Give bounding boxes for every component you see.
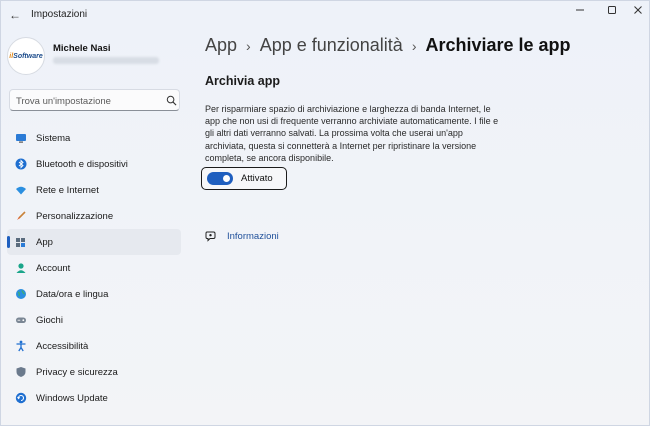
sidebar-item-personalizzazione[interactable]: Personalizzazione	[7, 203, 181, 229]
minimize-button[interactable]	[567, 3, 593, 17]
breadcrumb: App › App e funzionalità › Archiviare le…	[205, 35, 571, 56]
wifi-icon	[16, 186, 26, 195]
apps-icon	[16, 238, 25, 247]
maximize-button[interactable]	[599, 3, 625, 17]
archive-toggle[interactable]: Attivato	[201, 167, 287, 190]
sidebar-nav: Sistema Bluetooth e dispositivi Rete e I…	[7, 125, 181, 411]
help-chat-icon	[205, 231, 216, 242]
search-icon[interactable]	[166, 95, 177, 106]
sidebar-item-sistema[interactable]: Sistema	[7, 125, 181, 151]
bluetooth-icon	[15, 158, 27, 170]
close-icon	[634, 6, 642, 14]
sidebar-item-label: Data/ora e lingua	[36, 288, 109, 300]
page-title: Archiviare le app	[425, 35, 571, 55]
sidebar-item-accessibilita[interactable]: Accessibilità	[7, 333, 181, 359]
section-description: Per risparmiare spazio di archiviazione …	[205, 104, 499, 163]
title-bar: ← Impostazioni	[1, 1, 649, 29]
gamepad-icon	[16, 317, 26, 323]
user-name: Michele Nasi	[53, 43, 111, 54]
sidebar-item-rete[interactable]: Rete e Internet	[7, 177, 181, 203]
minimize-icon	[576, 9, 584, 11]
person-icon	[16, 263, 26, 273]
arrow-left-icon: ←	[9, 8, 21, 22]
accessibility-icon	[16, 340, 26, 352]
maximize-icon	[608, 6, 616, 14]
chevron-right-icon: ›	[411, 37, 417, 54]
info-link[interactable]: Informazioni	[205, 230, 279, 242]
sidebar-item-giochi[interactable]: Giochi	[7, 307, 181, 333]
sidebar-item-label: Giochi	[36, 314, 63, 326]
settings-window: ← Impostazioni ilSoftware Michele Nasi S…	[0, 0, 650, 426]
sidebar-item-windows-update[interactable]: Windows Update	[7, 385, 181, 411]
app-title: Impostazioni	[31, 9, 88, 20]
toggle-label: Attivato	[241, 173, 273, 184]
search-input[interactable]	[16, 94, 156, 108]
sidebar-item-account[interactable]: Account	[7, 255, 181, 281]
sidebar-item-label: Rete e Internet	[36, 184, 99, 196]
sidebar-item-label: Bluetooth e dispositivi	[36, 158, 128, 170]
sidebar-item-label: App	[36, 236, 53, 248]
toggle-knob	[223, 175, 230, 182]
shield-icon	[16, 367, 26, 377]
avatar[interactable]: ilSoftware	[7, 37, 45, 75]
section-title: Archivia app	[205, 74, 281, 88]
breadcrumb-item-app-funzionalita[interactable]: App e funzionalità	[260, 35, 403, 56]
sidebar-item-label: Sistema	[36, 132, 71, 144]
sidebar-item-app[interactable]: App	[7, 229, 181, 255]
toggle-switch[interactable]	[207, 172, 233, 185]
sidebar-item-data-ora[interactable]: Data/ora e lingua	[7, 281, 181, 307]
chevron-right-icon: ›	[246, 37, 251, 54]
sidebar-item-privacy[interactable]: Privacy e sicurezza	[7, 359, 181, 385]
sidebar-item-label: Account	[36, 262, 71, 274]
back-button[interactable]: ←	[7, 7, 23, 23]
sidebar-item-label: Privacy e sicurezza	[36, 366, 118, 378]
breadcrumb-item-app[interactable]: App	[205, 35, 237, 56]
update-icon	[15, 392, 27, 404]
sidebar-item-label: Personalizzazione	[36, 210, 114, 222]
avatar-logo: ilSoftware	[9, 52, 43, 60]
sidebar-item-bluetooth[interactable]: Bluetooth e dispositivi	[7, 151, 181, 177]
sidebar-item-label: Windows Update	[36, 392, 108, 404]
globe-clock-icon	[16, 289, 26, 299]
sidebar-item-label: Accessibilità	[36, 340, 89, 352]
search-box[interactable]	[9, 89, 180, 111]
close-button[interactable]	[625, 3, 650, 17]
monitor-icon	[16, 134, 26, 143]
brush-icon	[17, 211, 26, 220]
user-email-redacted	[53, 57, 159, 64]
info-link-label[interactable]: Informazioni	[227, 231, 279, 242]
